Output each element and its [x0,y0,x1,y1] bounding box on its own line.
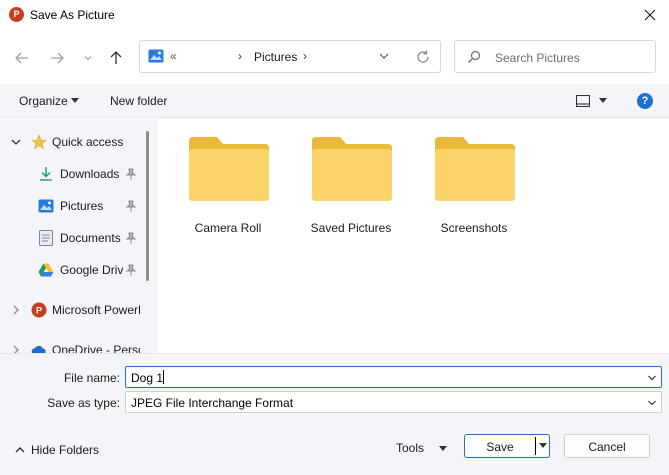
pin-icon [126,232,136,244]
address-separator-icon[interactable]: › [238,49,242,63]
pictures-icon [148,49,164,63]
sidebar-item-onedrive[interactable]: OneDrive - Personal [0,338,145,353]
sidebar-item-label: Pictures [60,199,104,213]
tools-label: Tools [396,441,425,455]
star-icon [31,134,47,150]
documents-icon [38,230,54,246]
address-overflow[interactable]: « [170,49,177,63]
sidebar-item-label: OneDrive - Personal [52,343,140,353]
save-options-panel: File name: Dog 1 Save as type: JPEG File… [0,353,669,475]
tools-button[interactable]: Tools [394,438,454,458]
chevron-down-icon[interactable] [647,373,657,383]
folder-screenshots[interactable]: Screenshots [419,133,529,243]
close-button[interactable] [631,0,669,30]
cancel-button[interactable]: Cancel [564,434,650,458]
text-cursor [163,370,164,384]
pin-icon [126,168,136,180]
command-bar: Organize New folder ? [0,84,669,118]
file-name-input[interactable]: Dog 1 [125,366,662,388]
pin-icon [126,200,136,212]
folder-label: Screenshots [440,221,508,235]
pin-icon [126,264,136,276]
organize-button[interactable]: Organize [19,94,68,108]
search-box[interactable]: Search Pictures [454,40,656,73]
onedrive-icon [31,342,47,353]
google-drive-icon [38,262,54,278]
recent-locations-button[interactable] [76,46,100,70]
save-as-type-select[interactable]: JPEG File Interchange Format [125,391,662,413]
view-icon[interactable] [576,95,590,107]
sidebar-scrollbar[interactable] [146,131,149,281]
sidebar-item-label: Microsoft PowerPoint [52,303,140,317]
arrow-up-icon [110,51,122,64]
sidebar-item-quick-access[interactable]: Quick access [0,130,145,154]
chevron-down-icon[interactable] [647,398,657,408]
svg-text:P: P [36,306,42,316]
caret-down-icon [439,446,447,451]
chevron-right-icon[interactable] [10,304,22,316]
caret-down-icon[interactable] [71,98,79,104]
powerpoint-app-icon: P [9,7,24,22]
hide-folders-button[interactable]: Hide Folders [12,440,112,460]
title-bar: P Save As Picture [0,0,669,30]
file-list: Camera Roll Saved Pictures Screenshots [158,119,669,353]
save-as-type-value[interactable]: JPEG File Interchange Format [131,396,293,410]
forward-button[interactable] [45,46,69,70]
sidebar-item-microsoft-powerpoint[interactable]: P Microsoft PowerPoint [0,298,145,322]
search-placeholder[interactable]: Search Pictures [495,51,580,65]
folder-icon [312,137,392,201]
address-location[interactable]: Pictures [254,50,297,64]
navigation-bar: « › Pictures › Search Pictures [0,38,669,78]
sidebar-item-label: Downloads [60,167,120,181]
chevron-right-icon[interactable] [10,344,22,353]
sidebar-item-pictures[interactable]: Pictures [0,194,145,218]
save-as-type-label: Save as type: [47,396,120,410]
new-folder-button[interactable]: New folder [110,94,167,108]
save-button[interactable]: Save [464,434,550,458]
folder-label: Camera Roll [194,221,262,235]
search-icon [468,50,481,63]
caret-down-icon[interactable] [599,98,607,104]
sidebar-item-label: Google Drive [60,263,124,277]
chevron-down-icon[interactable] [378,50,390,62]
back-button[interactable] [10,46,34,70]
chevron-up-icon [15,447,25,453]
address-bar[interactable]: « › Pictures › [139,40,441,73]
caret-down-icon[interactable] [539,443,547,449]
address-separator-icon[interactable]: › [303,49,307,63]
hide-folders-label: Hide Folders [31,443,100,457]
chevron-down-icon [84,56,92,61]
window-title: Save As Picture [30,8,115,22]
sidebar-item-documents[interactable]: Documents [0,226,145,250]
sidebar-item-label: Documents [60,231,121,245]
help-button[interactable]: ? [637,93,653,109]
pictures-icon [38,198,54,214]
file-name-label: File name: [63,371,120,385]
folder-saved-pictures[interactable]: Saved Pictures [296,133,406,243]
refresh-icon[interactable] [415,49,431,65]
chevron-down-icon[interactable] [10,136,22,148]
split-divider [535,437,536,455]
folder-camera-roll[interactable]: Camera Roll [173,133,283,243]
download-icon [38,166,54,182]
cancel-label: Cancel [588,440,626,454]
powerpoint-icon: P [31,302,47,318]
navigation-pane: Quick access Downloads Pictures Document… [0,119,158,353]
arrow-left-icon [15,52,28,64]
sidebar-item-label: Quick access [52,135,124,149]
folder-label: Saved Pictures [310,221,392,235]
sidebar-item-downloads[interactable]: Downloads [0,162,145,186]
close-icon [644,9,656,21]
folder-icon [189,137,269,201]
sidebar-item-google-drive[interactable]: Google Drive [0,258,145,282]
file-name-value[interactable]: Dog 1 [131,371,163,385]
arrow-right-icon [51,52,64,64]
folder-icon [435,137,515,201]
up-button[interactable] [104,46,128,70]
save-label: Save [486,440,514,454]
